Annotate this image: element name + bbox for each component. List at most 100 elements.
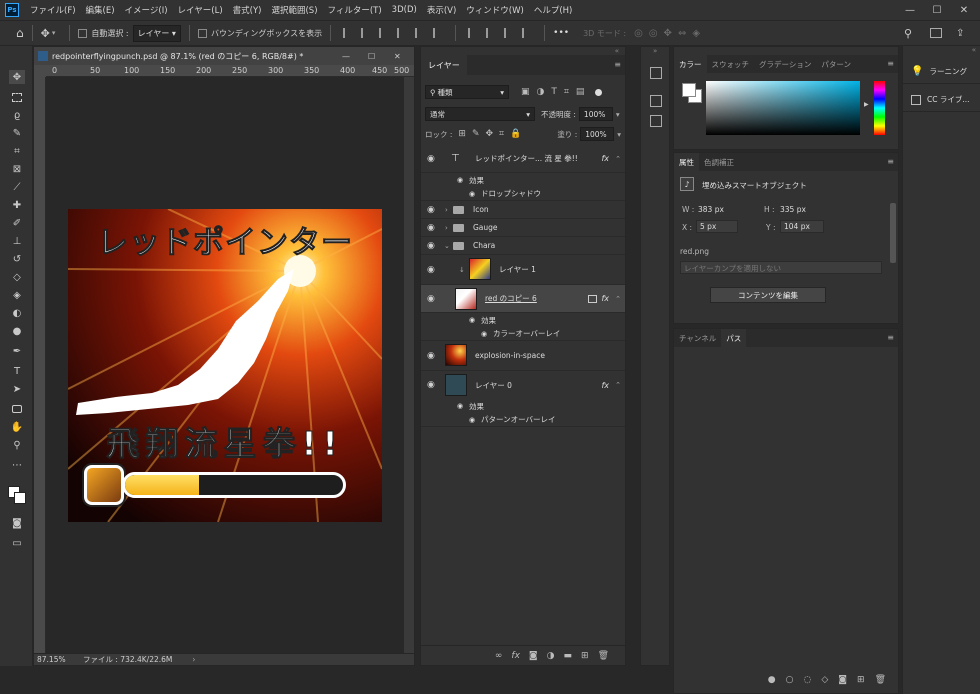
align-right-icon[interactable] — [379, 28, 389, 38]
trash-icon[interactable]: 🗑 — [598, 651, 609, 661]
fx-icon[interactable]: fx — [601, 154, 609, 163]
status-chevron-icon[interactable]: › — [192, 655, 195, 664]
auto-select-option[interactable]: 自動選択 : レイヤー ▾ — [78, 24, 181, 42]
expand-effects-icon[interactable]: ⌃ — [615, 155, 621, 163]
panel-menu-icon[interactable]: ≡ — [887, 333, 894, 342]
frame-tool-icon[interactable]: ⊠ — [9, 162, 25, 176]
tab-color[interactable]: カラー — [674, 55, 707, 73]
eyedropper-tool-icon[interactable]: ⟋ — [9, 180, 25, 194]
layer-effects-header[interactable]: ◉ 効果 — [421, 399, 625, 413]
chevron-down-icon[interactable]: ▾ — [617, 130, 621, 139]
trash-icon[interactable]: 🗑 — [875, 675, 886, 689]
eraser-tool-icon[interactable]: ◇ — [9, 270, 25, 284]
y-position-field[interactable]: 104 px — [780, 220, 824, 233]
paint-bucket-tool-icon[interactable]: ◈ — [9, 288, 25, 302]
auto-select-target-dropdown[interactable]: レイヤー ▾ — [132, 24, 181, 42]
properties-scrollbar[interactable] — [890, 203, 896, 263]
fx-icon[interactable]: fx — [601, 381, 609, 390]
align-center-icon[interactable] — [361, 28, 371, 38]
clone-stamp-tool-icon[interactable]: ⊥ — [9, 234, 25, 248]
visibility-eye-icon[interactable]: ◉ — [427, 380, 435, 390]
effect-eye-icon[interactable]: ◉ — [481, 330, 487, 338]
tab-gradients[interactable]: グラデーション — [754, 55, 816, 73]
menu-select[interactable]: 選択範囲(S) — [266, 4, 322, 16]
hue-slider[interactable] — [874, 81, 885, 135]
panel-menu-icon[interactable]: ≡ — [614, 60, 621, 69]
fill-field[interactable]: 100% — [580, 127, 615, 141]
layer-group-chara[interactable]: ◉ ⌄ Chara — [421, 237, 625, 255]
menu-view[interactable]: 表示(V) — [422, 4, 461, 16]
stroke-path-icon[interactable]: ○ — [786, 675, 794, 689]
chevron-down-icon[interactable]: ⌄ — [444, 242, 450, 250]
menu-edit[interactable]: 編集(E) — [81, 4, 120, 16]
screen-mode-icon[interactable]: ▭ — [9, 536, 25, 550]
distribute-middle-icon[interactable] — [486, 28, 496, 38]
layer-effects-header[interactable]: ◉ 効果 — [421, 313, 625, 327]
doc-maximize-icon[interactable]: ☐ — [368, 52, 375, 61]
tab-channels[interactable]: チャンネル — [674, 329, 721, 347]
maximize-button[interactable]: ☐ — [925, 0, 949, 20]
layer-group-gauge[interactable]: ◉ › Gauge — [421, 219, 625, 237]
panel-expand-icon[interactable]: » — [653, 47, 657, 55]
doc-close-icon[interactable]: ✕ — [394, 52, 401, 61]
align-top-icon[interactable] — [397, 28, 407, 38]
effect-eye-icon[interactable]: ◉ — [457, 402, 463, 410]
layer-effect-row[interactable]: ◉ カラーオーバーレイ — [421, 327, 625, 341]
fx-icon[interactable]: fx — [601, 294, 609, 303]
more-options-button[interactable]: ••• — [553, 28, 569, 38]
align-left-icon[interactable] — [343, 28, 353, 38]
tab-swatches[interactable]: スウォッチ — [707, 55, 755, 73]
layer-effect-row[interactable]: ◉ パターンオーバーレイ — [421, 413, 625, 427]
chevron-right-icon[interactable]: › — [445, 224, 448, 232]
layer-group-icon[interactable]: ◉ › Icon — [421, 201, 625, 219]
expand-effects-icon[interactable]: ⌃ — [615, 295, 621, 303]
bounding-box-checkbox[interactable] — [197, 28, 207, 38]
crop-tool-icon[interactable]: ⌗ — [9, 144, 25, 158]
menu-filter[interactable]: フィルター(T) — [323, 4, 387, 16]
mask-icon[interactable]: ◙ — [529, 651, 538, 661]
filter-toggle-icon[interactable] — [595, 88, 603, 96]
distribute-left-icon[interactable] — [522, 28, 532, 38]
bounding-box-option[interactable]: バウンディングボックスを表示 — [197, 28, 322, 39]
layer-row-text[interactable]: ◉ ⊤ レッドポインター... 流 星 拳!! fx ⌃ — [421, 145, 625, 173]
pen-tool-icon[interactable]: ✒ — [9, 344, 25, 358]
visibility-eye-icon[interactable]: ◉ — [427, 205, 435, 215]
mask-icon[interactable]: ◙ — [838, 675, 847, 689]
panel-collapse-icon[interactable]: « — [615, 47, 619, 55]
path-select-tool-icon[interactable]: ➤ — [9, 382, 25, 396]
align-middle-icon[interactable] — [415, 28, 425, 38]
move-tool-icon[interactable]: ✥ — [41, 27, 50, 40]
new-path-icon[interactable]: ⊞ — [857, 675, 865, 689]
layer-row-red-copy-6[interactable]: ◉ red のコピー 6 fx ⌃ — [421, 285, 625, 313]
new-layer-icon[interactable]: ⊞ — [581, 651, 589, 661]
visibility-eye-icon[interactable]: ◉ — [427, 223, 435, 233]
color-spectrum-field[interactable] — [706, 81, 860, 135]
layer-row-layer1[interactable]: ◉ ↓ レイヤー 1 — [421, 255, 625, 285]
workspace-icon[interactable] — [930, 28, 942, 38]
healing-brush-tool-icon[interactable]: ✚ — [9, 198, 25, 212]
distribute-top-icon[interactable] — [468, 28, 478, 38]
marquee-tool-icon[interactable] — [9, 90, 25, 104]
history-brush-tool-icon[interactable]: ↺ — [9, 252, 25, 266]
cc-libraries-button[interactable]: CC ライブ... — [903, 88, 980, 112]
layer-comp-dropdown[interactable]: レイヤーカンプを適用しない — [680, 261, 882, 274]
canvas-image[interactable]: レッドポインター 飛翔流星拳!! — [68, 209, 382, 522]
doc-minimize-icon[interactable]: — — [342, 52, 350, 61]
layer-kind-dropdown[interactable]: ⚲ 種類 ▾ — [425, 85, 509, 99]
layer-row-explosion[interactable]: ◉ explosion-in-space — [421, 341, 625, 371]
blend-mode-dropdown[interactable]: 通常 ▾ — [425, 107, 535, 121]
link-icon[interactable]: ∞ — [495, 651, 503, 661]
fill-path-icon[interactable]: ● — [768, 675, 776, 689]
more-tools-icon[interactable]: ⋯ — [9, 458, 25, 472]
folder-icon[interactable]: ▬ — [564, 651, 573, 661]
visibility-eye-icon[interactable]: ◉ — [427, 154, 435, 164]
shape-tool-icon[interactable] — [9, 402, 25, 416]
make-path-icon[interactable]: ◇ — [821, 675, 828, 689]
foreground-color-swatch[interactable] — [682, 83, 696, 97]
expand-effects-icon[interactable]: ⌃ — [615, 381, 621, 389]
history-panel-icon[interactable] — [650, 67, 662, 79]
vertical-scrollbar[interactable] — [404, 77, 414, 655]
height-value[interactable]: 335 px — [780, 205, 806, 214]
visibility-eye-icon[interactable]: ◉ — [427, 351, 435, 361]
effect-eye-icon[interactable]: ◉ — [469, 190, 475, 198]
